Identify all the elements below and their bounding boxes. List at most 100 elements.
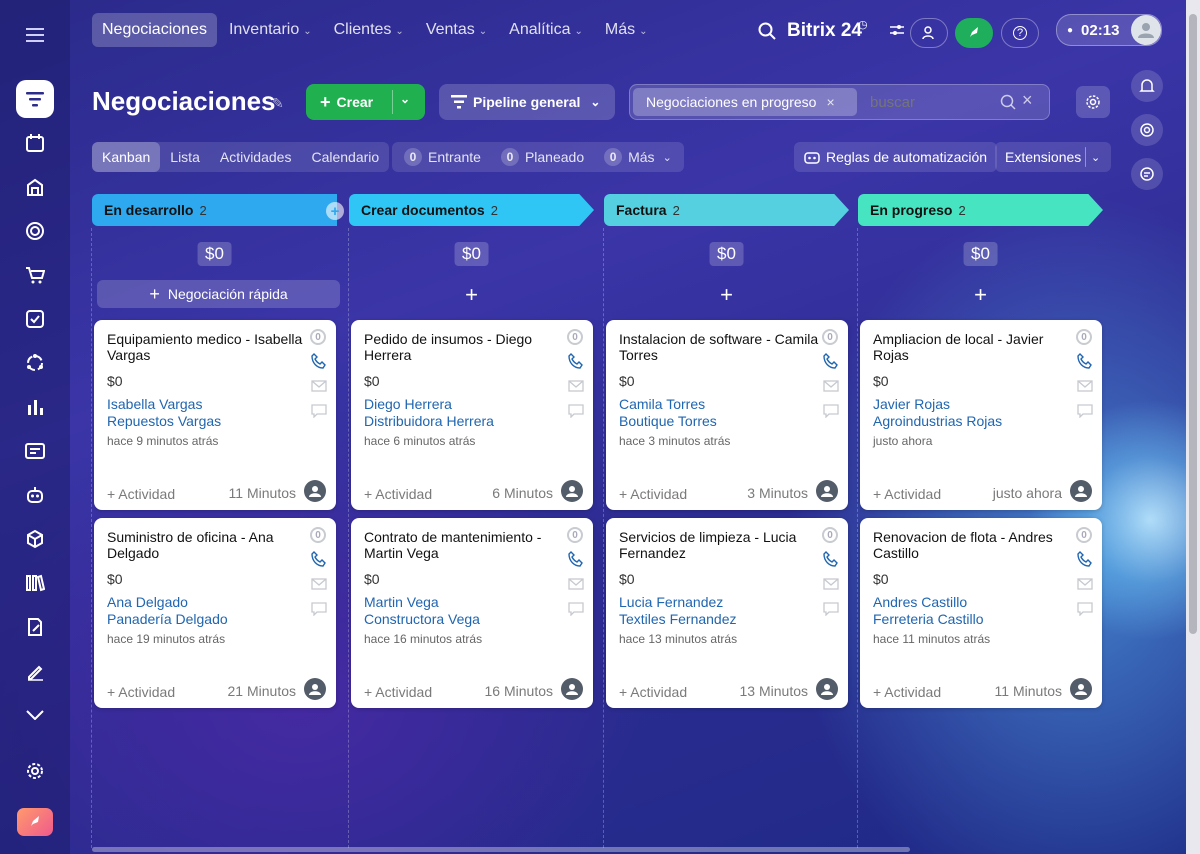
tasks-icon[interactable] (16, 300, 54, 338)
deal-card[interactable]: Servicios de limpieza - Lucia Fernandez 0… (606, 518, 848, 708)
add-activity-link[interactable]: + Actividad (873, 486, 941, 502)
menu-icon[interactable] (16, 16, 54, 54)
analytics-icon[interactable] (16, 388, 54, 426)
mail-icon[interactable] (568, 578, 584, 590)
mail-icon[interactable] (311, 578, 327, 590)
scrollbar-thumb[interactable] (1189, 14, 1197, 634)
pipeline-selector[interactable]: Pipeline general ⌄ (439, 84, 615, 120)
counter-planeado[interactable]: 0 Planeado (491, 142, 594, 172)
mail-icon[interactable] (823, 380, 839, 392)
deal-title[interactable]: Renovacion de flota - Andres Castillo (873, 529, 1073, 561)
settings-gear-icon[interactable] (16, 752, 54, 790)
deal-title[interactable]: Servicios de limpieza - Lucia Fernandez (619, 529, 819, 561)
sliders-icon[interactable] (890, 24, 904, 36)
deal-title[interactable]: Contrato de mantenimiento - Martin Vega (364, 529, 564, 561)
counter-entrante[interactable]: 0 Entrante (394, 142, 491, 172)
contact-link[interactable]: Camila Torres (619, 396, 705, 412)
add-activity-link[interactable]: + Actividad (619, 486, 687, 502)
crm-icon[interactable] (16, 80, 54, 118)
add-column-icon[interactable]: + (326, 202, 344, 220)
phone-icon[interactable] (1077, 353, 1093, 369)
company-link[interactable]: Distribuidora Herrera (364, 413, 494, 429)
add-activity-link[interactable]: + Actividad (619, 684, 687, 700)
add-activity-link[interactable]: + Actividad (107, 486, 175, 502)
deal-card[interactable]: Pedido de insumos - Diego Herrera 0 $0 Dieg… (351, 320, 593, 510)
nav-negociaciones[interactable]: Negociaciones (92, 13, 217, 47)
quick-deal-button[interactable]: + Negociación rápida (97, 280, 340, 308)
phone-icon[interactable] (1077, 551, 1093, 567)
company-link[interactable]: Constructora Vega (364, 611, 480, 627)
contact-link[interactable]: Javier Rojas (873, 396, 950, 412)
box-icon[interactable] (16, 520, 54, 558)
search-input[interactable] (870, 89, 990, 115)
add-deal-plus-icon[interactable]: + (720, 282, 733, 308)
signature-icon[interactable] (16, 652, 54, 690)
extensions-button[interactable]: Extensiones ⌄ (995, 142, 1111, 172)
responsible-avatar[interactable] (561, 480, 583, 502)
add-activity-link[interactable]: + Actividad (364, 486, 432, 502)
company-link[interactable]: Panadería Delgado (107, 611, 228, 627)
view-lista[interactable]: Lista (160, 142, 210, 172)
deal-title[interactable]: Instalacion de software - Camila Torres (619, 331, 819, 363)
counter-mas[interactable]: 0 Más ⌄ (594, 142, 682, 172)
user-avatar[interactable] (1131, 15, 1161, 45)
filter-chip[interactable]: Negociaciones en progreso × (633, 88, 857, 116)
mail-icon[interactable] (311, 380, 327, 392)
rocket-button[interactable] (955, 18, 993, 48)
column-header[interactable]: Factura 2 (604, 194, 849, 226)
phone-icon[interactable] (568, 551, 584, 567)
responsible-avatar[interactable] (1070, 480, 1092, 502)
comment-icon[interactable] (311, 602, 327, 616)
phone-icon[interactable] (568, 353, 584, 369)
company-link[interactable]: Agroindustrias Rojas (873, 413, 1002, 429)
copilot-icon[interactable] (1131, 114, 1163, 146)
nav-clientes[interactable]: Clientes ⌄ (324, 13, 414, 47)
mail-icon[interactable] (823, 578, 839, 590)
nav-ventas[interactable]: Ventas ⌄ (416, 13, 497, 47)
automation-rules-button[interactable]: Reglas de automatización (794, 142, 998, 172)
chat-icon[interactable] (1131, 158, 1163, 190)
deal-card[interactable]: Ampliacion de local - Javier Rojas 0 $0 Jav… (860, 320, 1102, 510)
deal-title[interactable]: Equipamiento medico - Isabella Vargas (107, 331, 307, 363)
deal-title[interactable]: Suministro de oficina - Ana Delgado (107, 529, 307, 561)
robot-icon[interactable] (16, 476, 54, 514)
responsible-avatar[interactable] (304, 480, 326, 502)
company-link[interactable]: Repuestos Vargas (107, 413, 221, 429)
deal-card[interactable]: Contrato de mantenimiento - Martin Vega 0… (351, 518, 593, 708)
deal-card[interactable]: Instalacion de software - Camila Torres 0… (606, 320, 848, 510)
responsible-avatar[interactable] (1070, 678, 1092, 700)
column-header[interactable]: En progreso 2 (858, 194, 1103, 226)
invite-user-button[interactable] (910, 18, 948, 48)
contact-link[interactable]: Andres Castillo (873, 594, 967, 610)
nav-inventario[interactable]: Inventario ⌄ (219, 13, 322, 47)
responsible-avatar[interactable] (816, 678, 838, 700)
search-icon[interactable] (1000, 94, 1016, 110)
nav-analitica[interactable]: Analítica ⌄ (499, 13, 593, 47)
help-button[interactable]: ? (1001, 18, 1039, 48)
contact-link[interactable]: Martin Vega (364, 594, 439, 610)
column-header[interactable]: En desarrollo 2 (92, 194, 337, 226)
comment-icon[interactable] (1077, 404, 1093, 418)
filter-search-bar[interactable]: Negociaciones en progreso × × (629, 84, 1050, 120)
add-activity-link[interactable]: + Actividad (107, 684, 175, 700)
deal-card[interactable]: Suministro de oficina - Ana Delgado 0 $0 An… (94, 518, 336, 708)
horizontal-scrollbar[interactable] (92, 847, 910, 852)
comment-icon[interactable] (823, 404, 839, 418)
cart-icon[interactable] (16, 256, 54, 294)
responsible-avatar[interactable] (304, 678, 326, 700)
add-activity-link[interactable]: + Actividad (873, 684, 941, 700)
contact-link[interactable]: Ana Delgado (107, 594, 188, 610)
deal-title[interactable]: Ampliacion de local - Javier Rojas (873, 331, 1073, 363)
add-deal-plus-icon[interactable]: + (974, 282, 987, 308)
column-header[interactable]: Crear documentos 2 (349, 194, 594, 226)
mail-icon[interactable] (1077, 578, 1093, 590)
clear-icon[interactable]: × (1022, 90, 1033, 111)
deal-card[interactable]: Equipamiento medico - Isabella Vargas 0 $0… (94, 320, 336, 510)
responsible-avatar[interactable] (816, 480, 838, 502)
pin-icon[interactable]: ✎ (272, 95, 284, 112)
contact-link[interactable]: Diego Herrera (364, 396, 452, 412)
phone-icon[interactable] (311, 353, 327, 369)
search-icon[interactable] (758, 22, 776, 40)
comment-icon[interactable] (1077, 602, 1093, 616)
add-activity-link[interactable]: + Actividad (364, 684, 432, 700)
